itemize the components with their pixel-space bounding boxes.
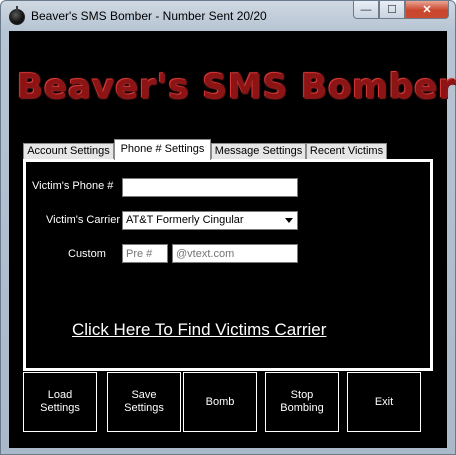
maximize-button[interactable]: ☐ — [379, 1, 405, 19]
save-settings-button[interactable]: Save Settings — [107, 372, 181, 432]
window-title: Beaver's SMS Bomber - Number Sent 20/20 — [31, 9, 267, 23]
stop-bombing-button[interactable]: Stop Bombing — [265, 372, 339, 432]
tab-account-settings[interactable]: Account Settings — [23, 143, 114, 160]
bomb-label: Bomb — [205, 395, 235, 408]
chevron-down-icon — [285, 218, 293, 223]
custom-prefix-input[interactable] — [122, 244, 168, 263]
phone-settings-panel: Victim's Phone # Victim's Carrier AT&T F… — [23, 159, 433, 371]
save-settings-label: Save Settings — [124, 389, 164, 414]
carrier-dropdown[interactable]: AT&T Formerly Cingular — [122, 211, 298, 230]
carrier-selected-value: AT&T Formerly Cingular — [126, 214, 244, 226]
stop-bombing-label: Stop Bombing — [280, 389, 324, 414]
minimize-button[interactable]: — — [353, 1, 379, 19]
custom-label: Custom — [68, 248, 106, 260]
window-controls: — ☐ ✕ — [353, 1, 449, 21]
client-area: Beaver's SMS Bomber Account Settings Pho… — [9, 31, 456, 448]
load-settings-label: Load Settings — [40, 389, 80, 414]
app-window: Beaver's SMS Bomber - Number Sent 20/20 … — [0, 0, 456, 455]
exit-button[interactable]: Exit — [347, 372, 421, 432]
exit-label: Exit — [374, 395, 394, 408]
custom-domain-input[interactable] — [172, 244, 298, 263]
tab-message-settings[interactable]: Message Settings — [211, 143, 306, 160]
tab-phone-settings[interactable]: Phone # Settings — [114, 139, 211, 160]
load-settings-button[interactable]: Load Settings — [23, 372, 97, 432]
tab-recent-victims[interactable]: Recent Victims — [306, 143, 387, 160]
phone-label: Victim's Phone # — [32, 180, 114, 192]
bomb-icon — [9, 6, 25, 25]
find-carrier-link[interactable]: Click Here To Find Victims Carrier — [72, 320, 326, 340]
title-bar[interactable]: Beaver's SMS Bomber - Number Sent 20/20 … — [1, 1, 455, 31]
phone-number-input[interactable] — [122, 178, 298, 197]
close-button[interactable]: ✕ — [405, 1, 449, 19]
app-logo: Beaver's SMS Bomber — [17, 67, 456, 107]
bomb-button[interactable]: Bomb — [183, 372, 257, 432]
carrier-label: Victim's Carrier — [46, 214, 121, 226]
